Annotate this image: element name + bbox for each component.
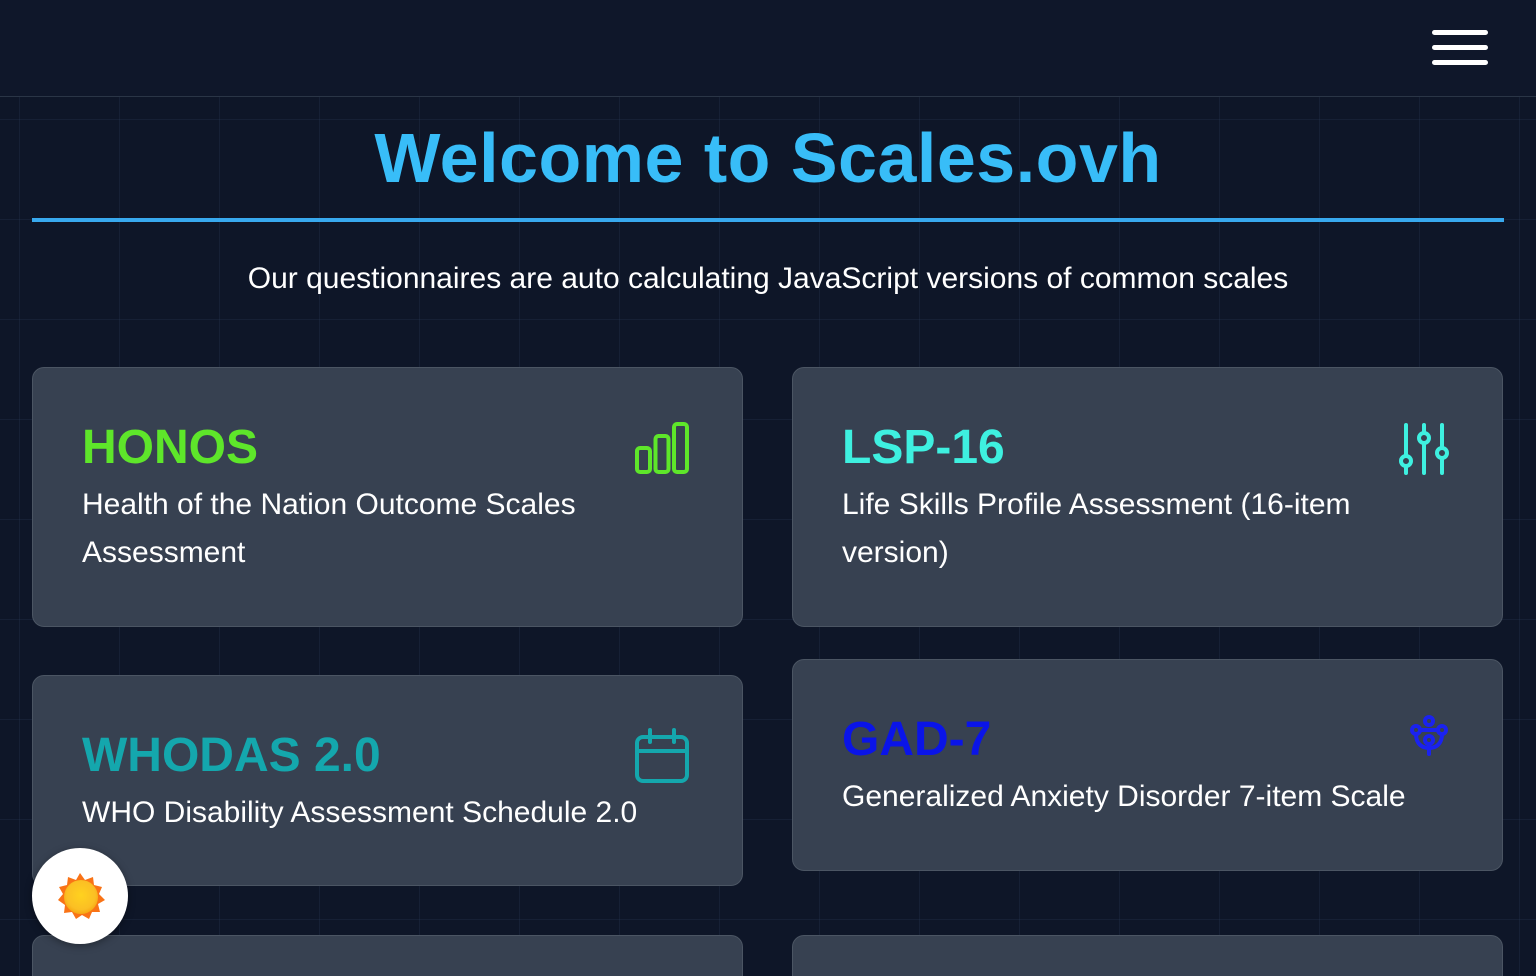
scale-card[interactable] bbox=[32, 935, 743, 976]
scale-card-title: GAD-7 bbox=[842, 713, 992, 766]
hamburger-menu-icon[interactable] bbox=[1432, 28, 1488, 68]
scale-card-title: LSP-16 bbox=[842, 421, 1005, 474]
theme-toggle-button[interactable] bbox=[32, 848, 128, 944]
scale-card-description: Life Skills Profile Assessment (16-item … bbox=[842, 488, 1351, 569]
scale-card-gad-7[interactable]: GAD-7 Generalized Anxiety Disorder 7-ite… bbox=[792, 659, 1503, 871]
scale-card[interactable] bbox=[792, 935, 1503, 976]
bar-chart-icon bbox=[635, 422, 689, 474]
scale-card-title: WHODAS 2.0 bbox=[82, 729, 381, 782]
scale-card-title: HONOS bbox=[82, 421, 259, 474]
sun-icon bbox=[58, 873, 105, 919]
top-navigation-bar bbox=[0, 0, 1536, 97]
sliders-icon bbox=[1399, 423, 1449, 475]
scale-card-whodas[interactable]: WHODAS 2.0 WHO Disability Assessment Sch… bbox=[32, 675, 743, 886]
title-divider bbox=[32, 218, 1504, 222]
scale-card-description: Generalized Anxiety Disorder 7-item Scal… bbox=[842, 780, 1406, 813]
calendar-icon bbox=[635, 728, 689, 783]
scale-card-description: WHO Disability Assessment Schedule 2.0 bbox=[82, 796, 638, 829]
page-subtitle: Our questionnaires are auto calculating … bbox=[247, 262, 1289, 295]
scale-card-honos[interactable]: HONOS Health of the Nation Outcome Scale… bbox=[32, 367, 743, 627]
page-title: Welcome to Scales.ovh bbox=[374, 119, 1162, 197]
scale-card-lsp-16[interactable]: LSP-16 Life Skills Profile Assessment (1… bbox=[792, 367, 1503, 627]
brain-icon bbox=[1410, 715, 1448, 756]
scale-card-description: Health of the Nation Outcome Scales Asse… bbox=[82, 488, 576, 569]
